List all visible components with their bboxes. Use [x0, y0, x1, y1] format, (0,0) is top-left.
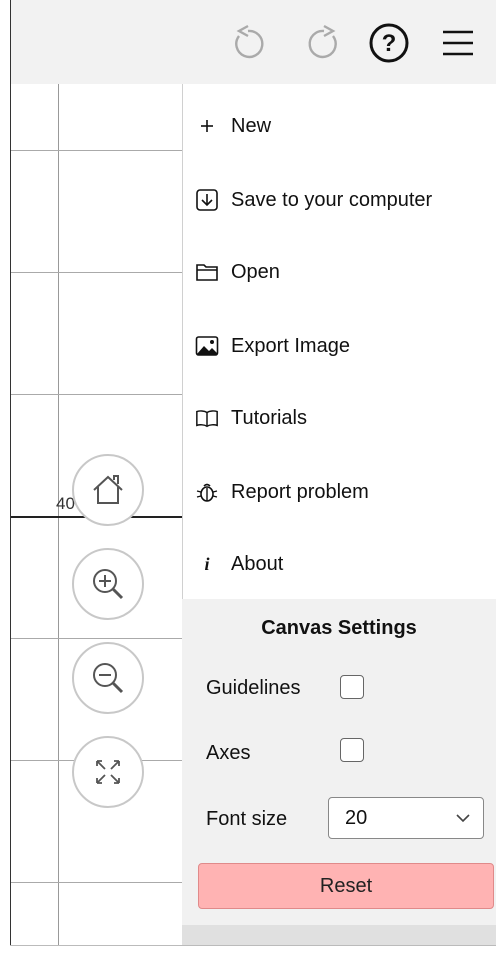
chevron-down-icon	[456, 814, 470, 823]
guidelines-label: Guidelines	[206, 677, 301, 699]
menu-item-label: Export Image	[231, 334, 350, 357]
plus-icon	[195, 114, 219, 138]
top-toolbar: ?	[11, 0, 496, 84]
menu-item-export-image[interactable]: Export Image	[183, 314, 496, 378]
menu-item-label: New	[231, 114, 272, 137]
home-icon	[93, 475, 123, 504]
help-button[interactable]: ?	[366, 20, 412, 66]
window-bottom-border	[10, 945, 496, 946]
download-icon	[195, 188, 219, 212]
hamburger-menu-icon	[443, 30, 473, 56]
menu-item-tutorials[interactable]: Tutorials	[183, 386, 496, 450]
axes-label: Axes	[206, 742, 251, 764]
redo-button[interactable]	[301, 20, 347, 66]
font-size-value: 20	[345, 807, 368, 829]
canvas-settings-panel: Canvas Settings Guidelines Axes Font siz…	[182, 599, 496, 946]
menu-item-label: Tutorials	[231, 406, 307, 429]
grid-line-horizontal	[11, 272, 182, 273]
help-icon: ?	[369, 23, 409, 63]
settings-footer	[182, 925, 496, 946]
menu-item-new[interactable]: New	[183, 94, 496, 158]
settings-title: Canvas Settings	[261, 617, 417, 639]
menu-item-label: Save to your computer	[231, 188, 433, 211]
zoom-out-icon	[93, 663, 124, 694]
font-size-label: Font size	[206, 808, 288, 830]
zoom-out-button[interactable]	[72, 642, 144, 714]
undo-button[interactable]	[225, 20, 271, 66]
hamburger-menu-button[interactable]	[435, 20, 481, 66]
reset-button[interactable]: Reset	[198, 863, 494, 909]
redo-icon	[308, 24, 337, 59]
font-size-select[interactable]: 20	[328, 797, 484, 839]
grid-line-vertical	[58, 84, 59, 946]
menu-item-label: About	[231, 552, 284, 575]
grid-line-horizontal	[11, 638, 182, 639]
zoom-in-button[interactable]	[72, 548, 144, 620]
bug-icon	[195, 480, 219, 504]
image-icon	[195, 334, 219, 358]
info-icon: i	[204, 553, 210, 574]
grid-line-horizontal	[11, 882, 182, 883]
grid-line-horizontal	[11, 394, 182, 395]
menu-item-open[interactable]: Open	[183, 240, 496, 304]
axes-checkbox[interactable]	[340, 738, 364, 762]
guidelines-checkbox[interactable]	[340, 675, 364, 699]
undo-icon	[235, 24, 264, 59]
book-icon	[195, 406, 219, 430]
fullscreen-icon	[96, 760, 120, 784]
zoom-in-icon	[93, 569, 124, 600]
svg-text:?: ?	[382, 30, 397, 57]
menu-item-save[interactable]: Save to your computer	[183, 168, 496, 232]
menu-item-label: Open	[231, 260, 280, 283]
fullscreen-button[interactable]	[72, 736, 144, 808]
grid-line-horizontal	[11, 150, 182, 151]
menu-item-about[interactable]: i About	[183, 532, 496, 596]
home-view-button[interactable]	[72, 454, 144, 526]
menu-item-label: Report problem	[231, 480, 369, 503]
folder-icon	[195, 260, 219, 284]
menu-item-report-problem[interactable]: Report problem	[183, 460, 496, 524]
